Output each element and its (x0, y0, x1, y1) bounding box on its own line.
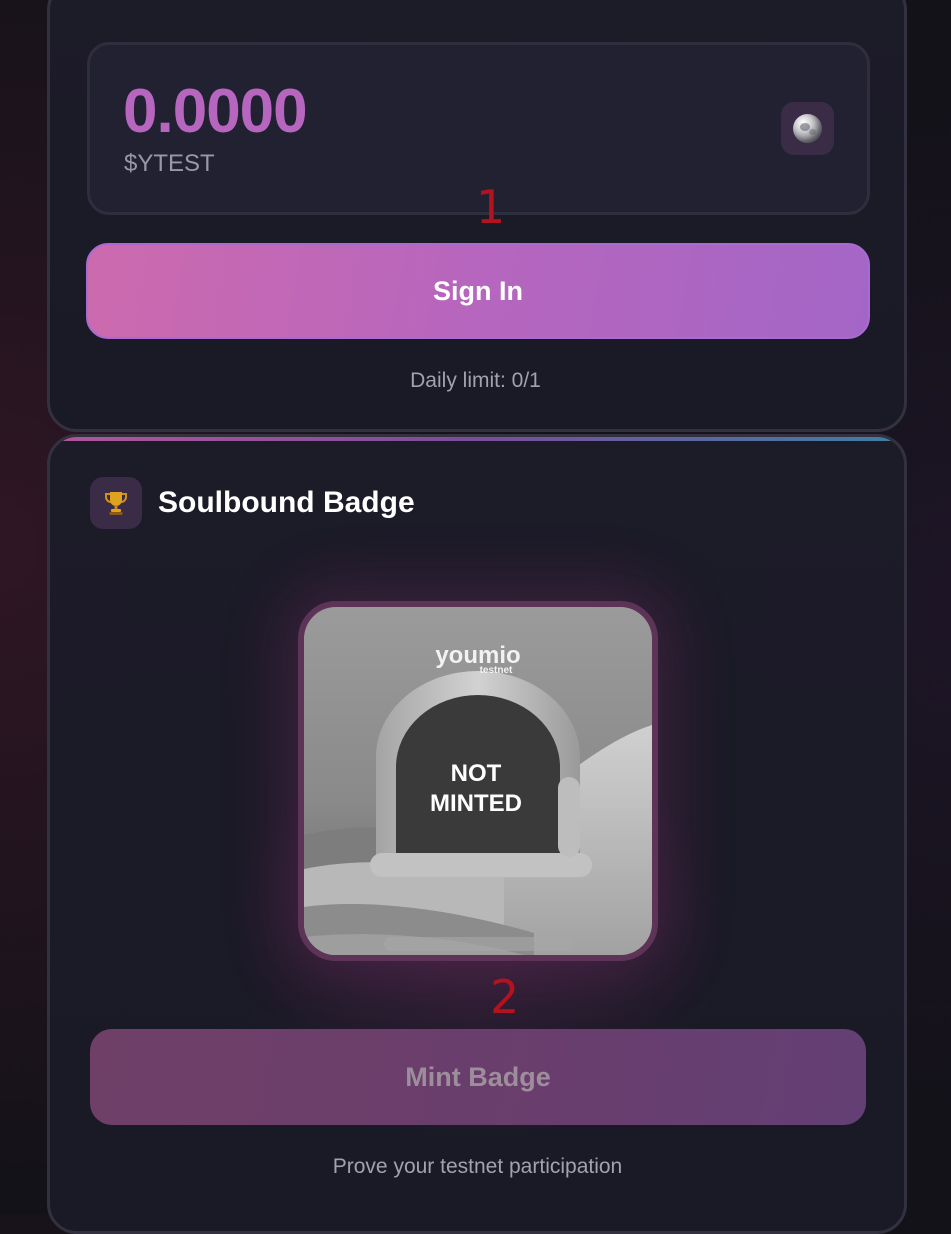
balance-value: 0.0000 (123, 77, 308, 146)
mint-badge-button[interactable]: Mint Badge (90, 1029, 866, 1125)
card-accent-line (50, 437, 904, 441)
sign-in-button[interactable]: Sign In (86, 243, 870, 339)
token-icon-tile (781, 102, 834, 155)
trophy-icon (105, 492, 127, 515)
badge-image: youmio testnet NOT MINTED (298, 601, 658, 961)
annotation-marker-2: 2 (490, 970, 520, 1024)
annotation-marker-1: 1 (476, 180, 506, 234)
badge-brand-sub: testnet (480, 665, 513, 676)
badge-artwork: youmio testnet NOT MINTED (304, 607, 652, 955)
badge-caption: Prove your testnet participation (332, 1155, 623, 1178)
balance-unit: $YTEST (124, 150, 215, 177)
trophy-icon-tile (90, 477, 142, 529)
badge-status-line1: NOT (451, 760, 502, 787)
badge-title: Soulbound Badge (158, 486, 415, 519)
daily-limit-text: Daily limit: 0/1 (410, 369, 541, 392)
badge-status-line2: MINTED (430, 790, 522, 817)
silver-coin-icon (793, 114, 822, 143)
